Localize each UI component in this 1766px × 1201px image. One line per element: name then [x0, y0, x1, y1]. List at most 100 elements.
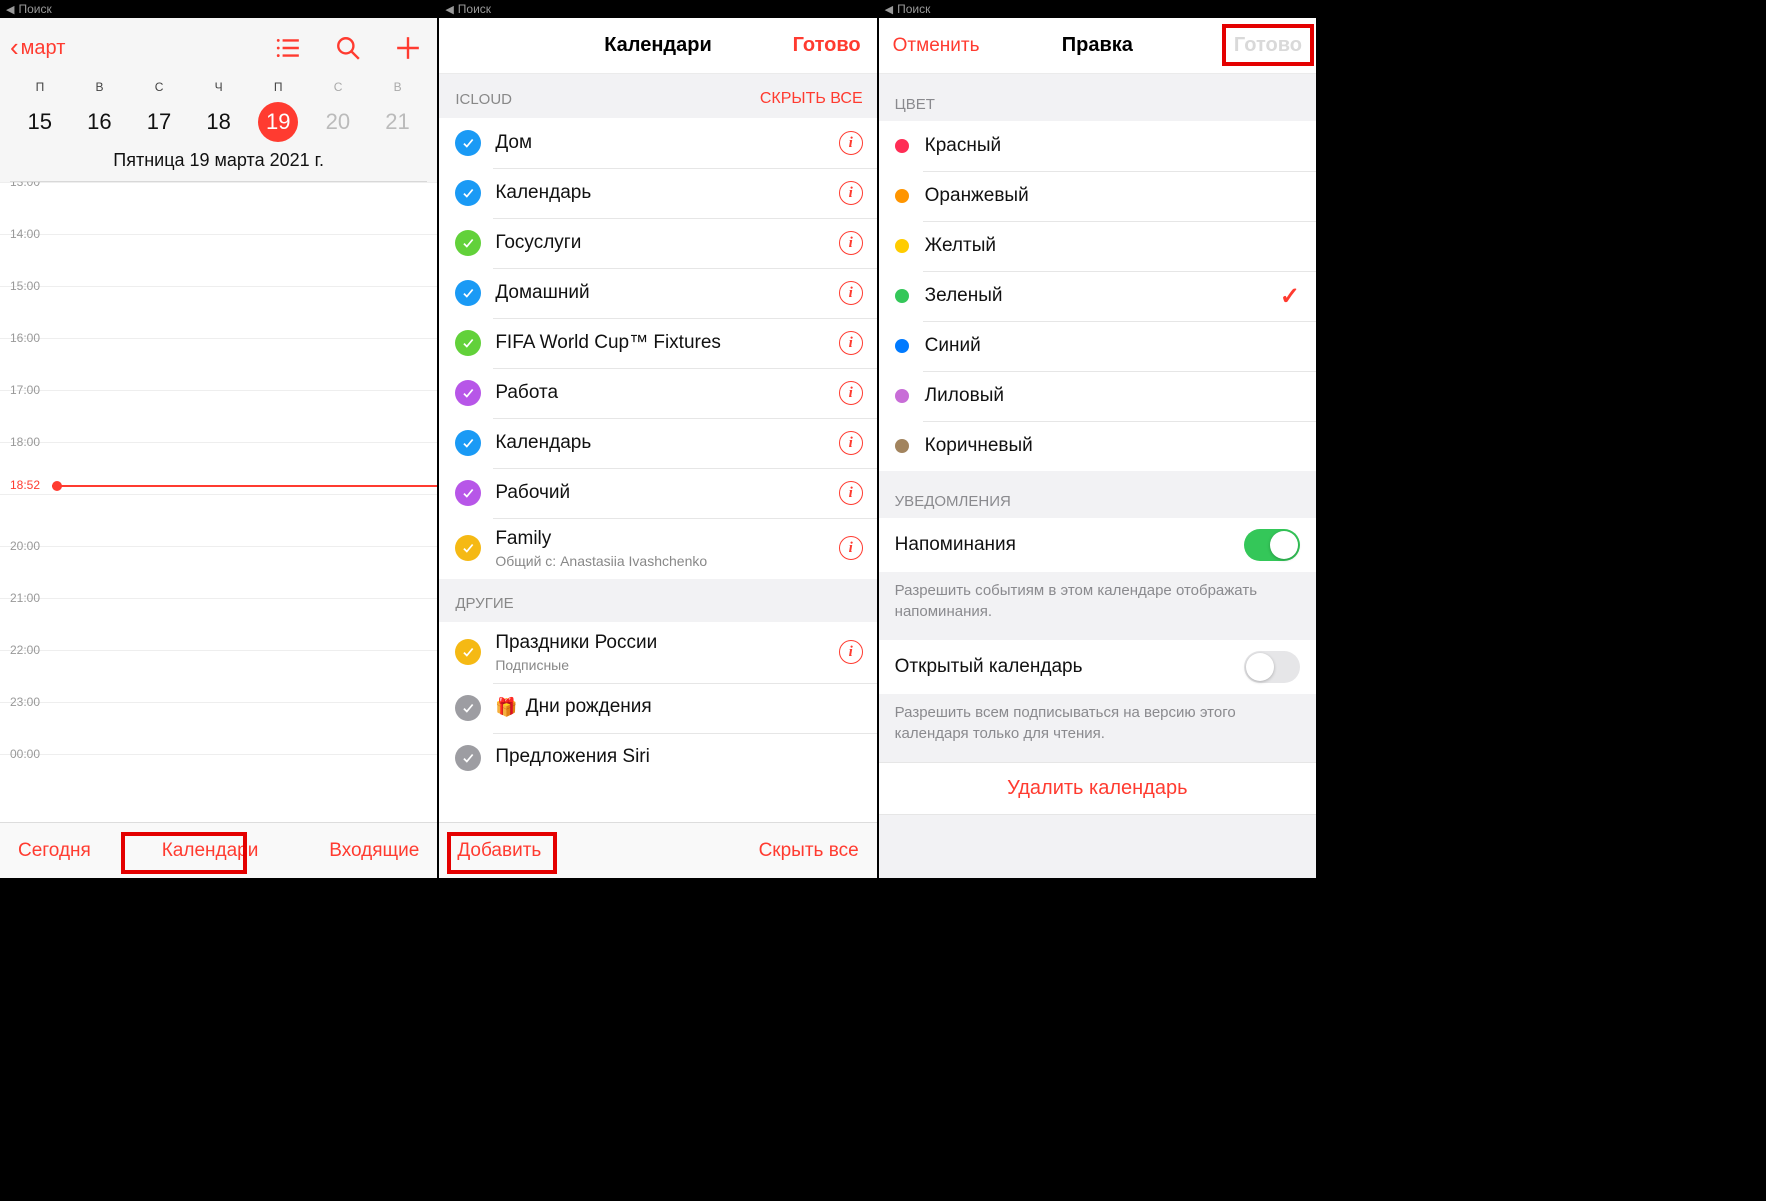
color-name: Зеленый [925, 285, 1003, 307]
bottom-toolbar: Добавить Скрыть все [439, 822, 876, 878]
day-19-today[interactable]: 19 [258, 102, 298, 142]
calendar-row[interactable]: Работаi [439, 368, 876, 418]
info-icon[interactable]: i [839, 231, 863, 255]
color-option[interactable]: Желтый [879, 221, 1316, 271]
time-grid[interactable]: 13:00 14:00 15:00 16:00 17:00 18:00 20:0… [0, 182, 437, 822]
phone-calendars-list: ◀ Поиск Календари Готово ICLOUD СКРЫТЬ В… [439, 0, 878, 878]
edit-body[interactable]: ЦВЕТ Красный Оранжевый Желтый Зеленый✓ Синий… [879, 74, 1316, 878]
weekday-row: ПВСЧПСВ [10, 80, 427, 94]
calendar-text: Праздники РоссииПодписные [495, 632, 657, 673]
info-icon[interactable]: i [839, 381, 863, 405]
inbox-button[interactable]: Входящие [329, 840, 419, 862]
color-option[interactable]: Зеленый✓ [879, 271, 1316, 321]
now-time-label: 18:52 [10, 478, 40, 492]
hour-label: 22:00 [10, 643, 40, 657]
day-18[interactable]: 18 [199, 102, 239, 142]
calendar-row[interactable]: 🎁Дни рождения [439, 683, 876, 733]
color-option[interactable]: Красный [879, 121, 1316, 171]
info-icon[interactable]: i [839, 431, 863, 455]
day-15[interactable]: 15 [20, 102, 60, 142]
section-other-header: ДРУГИЕ [439, 579, 876, 622]
checkmark-icon [455, 535, 481, 561]
info-icon[interactable]: i [839, 536, 863, 560]
hide-all-button[interactable]: СКРЫТЬ ВСЕ [760, 90, 863, 108]
calendar-text: Госуслуги [495, 232, 581, 255]
open-calendar-toggle[interactable] [1244, 651, 1300, 683]
calendar-row[interactable]: Праздники РоссииПодписные i [439, 622, 876, 683]
open-calendar-hint: Разрешить всем подписываться на версию э… [879, 694, 1316, 762]
info-icon[interactable]: i [839, 131, 863, 155]
hour-label: 15:00 [10, 279, 40, 293]
calendar-row[interactable]: Домашнийi [439, 268, 876, 318]
delete-calendar-button[interactable]: Удалить календарь [879, 762, 1316, 815]
calendar-header: ‹ март [0, 18, 437, 182]
info-icon[interactable]: i [839, 481, 863, 505]
calendar-row[interactable]: FIFA World Cup™ Fixtures i [439, 318, 876, 368]
color-dot-icon [895, 339, 909, 353]
info-icon[interactable]: i [839, 331, 863, 355]
gift-icon: 🎁 [495, 697, 517, 718]
hour-label: 17:00 [10, 383, 40, 397]
calendar-row[interactable]: Календарьi [439, 418, 876, 468]
calendar-row[interactable]: Рабочийi [439, 468, 876, 518]
day-21[interactable]: 21 [377, 102, 417, 142]
status-back-label[interactable]: Поиск [897, 2, 930, 16]
reminders-hint: Разрешить событиям в этом календаре отоб… [879, 572, 1316, 640]
list-view-icon[interactable] [275, 35, 301, 61]
color-name: Коричневый [925, 435, 1033, 457]
color-option[interactable]: Лиловый [879, 371, 1316, 421]
open-calendar-row: Открытый календарь [879, 640, 1316, 694]
done-button[interactable]: Готово [793, 34, 861, 57]
calendar-row[interactable]: Домi [439, 118, 876, 168]
hour-label: 18:00 [10, 435, 40, 449]
color-name: Лиловый [925, 385, 1004, 407]
chevron-left-icon: ‹ [10, 40, 19, 56]
checkmark-icon [455, 430, 481, 456]
status-bar: ◀ Поиск [439, 0, 876, 18]
cancel-button[interactable]: Отменить [893, 35, 980, 57]
checkmark-icon [455, 130, 481, 156]
section-color-label: ЦВЕТ [879, 74, 1316, 121]
info-icon[interactable]: i [839, 281, 863, 305]
hide-all-bottom-button[interactable]: Скрыть все [759, 840, 859, 862]
add-calendar-button[interactable]: Добавить [457, 840, 541, 862]
checkmark-icon [455, 380, 481, 406]
phone-edit-calendar: ◀ Поиск Отменить Правка Готово ЦВЕТ Крас… [879, 0, 1318, 878]
calendar-text: FamilyОбщий с: Anastasiia Ivashchenko [495, 528, 707, 569]
calendars-list[interactable]: ICLOUD СКРЫТЬ ВСЕ ДомiКалендарьiГосуслуг… [439, 74, 876, 822]
day-20[interactable]: 20 [318, 102, 358, 142]
day-16[interactable]: 16 [79, 102, 119, 142]
calendar-row[interactable]: FamilyОбщий с: Anastasiia Ivashchenko i [439, 518, 876, 579]
calendars-button[interactable]: Календари [162, 840, 259, 862]
info-icon[interactable]: i [839, 640, 863, 664]
done-button-disabled: Готово [1234, 34, 1302, 57]
calendar-row[interactable]: Госуслуги i [439, 218, 876, 268]
phone-calendar-day: ◀ Поиск ‹ март [0, 0, 439, 878]
back-arrow-icon: ◀ [6, 3, 14, 16]
reminders-row: Напоминания [879, 518, 1316, 572]
color-name: Оранжевый [925, 185, 1029, 207]
hour-label: 14:00 [10, 227, 40, 241]
calendar-text: FIFA World Cup™ Fixtures [495, 332, 721, 355]
reminders-toggle[interactable] [1244, 529, 1300, 561]
color-option[interactable]: Синий [879, 321, 1316, 371]
color-option[interactable]: Коричневый [879, 421, 1316, 471]
open-calendar-label: Открытый календарь [895, 656, 1083, 678]
calendar-row[interactable]: Предложения Siri [439, 733, 876, 783]
today-button[interactable]: Сегодня [18, 840, 91, 862]
checkmark-icon [455, 280, 481, 306]
day-17[interactable]: 17 [139, 102, 179, 142]
search-icon[interactable] [335, 35, 361, 61]
nav-bar: Календари Готово [439, 18, 876, 74]
color-name: Синий [925, 335, 981, 357]
info-icon[interactable]: i [839, 181, 863, 205]
hour-label: 00:00 [10, 747, 40, 761]
status-back-label[interactable]: Поиск [458, 2, 491, 16]
calendar-row[interactable]: Календарьi [439, 168, 876, 218]
color-option[interactable]: Оранжевый [879, 171, 1316, 221]
status-bar: ◀ Поиск [0, 0, 437, 18]
status-back-label[interactable]: Поиск [18, 2, 51, 16]
add-event-icon[interactable] [395, 35, 421, 61]
back-to-month-button[interactable]: ‹ март [10, 37, 65, 60]
color-name: Желтый [925, 235, 996, 257]
